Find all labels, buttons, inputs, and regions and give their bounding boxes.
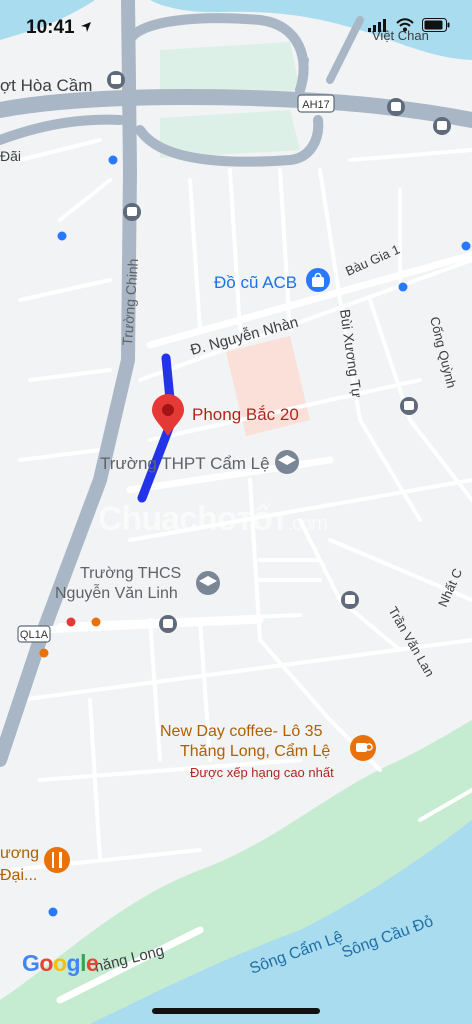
google-letter: o	[52, 950, 67, 976]
google-logo: Google	[22, 950, 99, 977]
label-newday-2[interactable]: Thăng Long, Cẩm Lệ	[180, 742, 330, 760]
watermark: Chuachoтốт.com	[98, 500, 328, 538]
google-letter: g	[66, 950, 81, 976]
bus-stop-icon[interactable]	[159, 615, 177, 633]
label-dai: Đãi	[0, 148, 21, 164]
bus-stop-icon[interactable]	[400, 397, 418, 415]
wifi-icon	[396, 18, 414, 32]
google-wordmark: Google	[22, 950, 99, 976]
label-thcs-1[interactable]: Trường THCS	[80, 565, 181, 582]
bus-stop-icon[interactable]	[387, 98, 405, 116]
signal-icon	[368, 18, 386, 32]
school-icon[interactable]	[196, 571, 220, 595]
status-time: 10:41	[26, 17, 75, 38]
ql1a-shield: QL1A	[17, 625, 51, 643]
label-phong-bac[interactable]: Phong Bắc 20	[192, 405, 299, 424]
label-restaurant-2[interactable]: Đại...	[0, 867, 37, 884]
coffee-icon[interactable]	[350, 735, 376, 761]
battery-icon	[422, 18, 450, 32]
label-thpt[interactable]: Trường THPT Cẩm Lệ	[100, 454, 270, 473]
ql1a-label: QL1A	[20, 629, 49, 641]
google-letter: e	[85, 950, 99, 976]
google-letter: o	[39, 950, 53, 976]
google-letter: G	[22, 950, 40, 976]
bus-stop-icon[interactable]	[107, 71, 125, 89]
bus-stop-icon[interactable]	[433, 117, 451, 135]
ah17-label: AH17	[302, 99, 330, 111]
home-indicator[interactable]	[152, 1008, 320, 1014]
school-icon[interactable]	[275, 450, 299, 474]
label-newday-1[interactable]: New Day coffee- Lô 35	[160, 723, 323, 740]
bus-stop-icon[interactable]	[123, 203, 141, 221]
label-do-cu-acb[interactable]: Đồ cũ ACB	[214, 273, 297, 292]
label-thcs-2[interactable]: Nguyễn Văn Linh	[55, 583, 178, 602]
location-arrow-icon	[81, 22, 91, 32]
label-hoa-cam: ợt Hòa Cầm	[0, 76, 92, 95]
ah17-shield: AH17	[297, 94, 335, 113]
status-bar: 10:41	[0, 0, 472, 56]
label-newday-3: Được xếp hạng cao nhất	[190, 765, 334, 780]
restaurant-icon[interactable]	[44, 847, 70, 873]
label-restaurant-1[interactable]: ương	[0, 845, 39, 862]
bus-stop-icon[interactable]	[341, 591, 359, 609]
shopping-bag-icon[interactable]	[306, 268, 330, 292]
